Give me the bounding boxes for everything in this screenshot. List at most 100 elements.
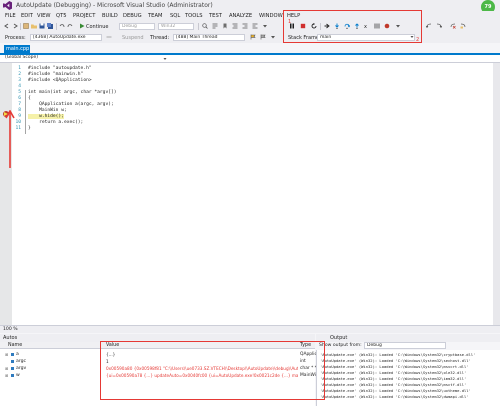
lifecycle-events-icon[interactable] [106,34,112,40]
thread-dropdown[interactable]: [488] Main Thread [173,34,245,41]
solution-config-dropdown[interactable]: Debug [119,23,155,30]
vertical-scrollbar[interactable] [493,63,500,325]
line-number: 7 [18,102,21,107]
show-output-from-label: Show output from: [319,343,362,348]
previous-bookmark-icon[interactable] [426,23,432,29]
chevron-down-icon[interactable] [162,56,168,62]
toolbar-separator [198,23,199,30]
bookmark-icon[interactable] [222,23,228,29]
process-label: Process: [5,35,26,41]
line-number: 1 [18,66,21,71]
variable-icon [11,353,14,356]
code-line: QApplication a(argc, argv); [28,102,114,107]
bookmark-window-icon[interactable] [460,23,466,29]
scope-dropdown[interactable]: (Global Scope) [3,55,163,62]
code-line: #include "mainwin.h" [28,72,84,77]
breakpoint-gutter[interactable] [0,63,12,325]
menu-analyze[interactable]: ANALYZE [229,13,252,19]
redo-icon[interactable] [67,23,73,29]
code-line-current-statement: w.hide(); [28,114,64,119]
output-line: 'AutoUpdate.exe' (Win32): Loaded 'C:\Win… [320,388,471,393]
menu-file[interactable]: FILE [5,13,16,19]
variable-icon [11,374,14,377]
format-icon[interactable] [232,23,238,29]
indent-icon[interactable] [242,23,248,29]
annotation-box-debug-toolbar [283,10,422,43]
menu-project[interactable]: PROJECT [73,13,95,19]
expand-icon[interactable]: ⊞ [5,352,8,357]
line-number: 5 [18,90,21,95]
output-line: 'AutoUpdate.exe' (Win32): Loaded 'C:\Win… [320,352,476,357]
output-line: 'AutoUpdate.exe' (Win32): Loaded 'C:\Win… [320,370,467,375]
menu-edit[interactable]: EDIT [21,13,33,19]
flag-thread-icon[interactable] [250,34,256,40]
open-folder-icon[interactable] [31,23,37,29]
menu-team[interactable]: TEAM [148,13,162,19]
output-line: 'AutoUpdate.exe' (Win32): Loaded 'C:\Win… [320,364,469,369]
thread-label: Thread: [150,35,170,41]
line-number: 6 [18,96,21,101]
toolbar-separator [20,23,21,30]
platform-dropdown[interactable]: Win32 [158,23,194,30]
output-line: 'AutoUpdate.exe' (Win32): Loaded 'C:\Win… [320,358,471,363]
output-line: 'AutoUpdate.exe' (Win32): Loaded 'C:\Win… [320,394,469,399]
menu-bar: FILE EDIT VIEW QT5 PROJECT BUILD DEBUG T… [0,11,500,21]
column-name[interactable]: Name [8,343,22,348]
expand-icon[interactable]: ⊞ [5,373,8,378]
menu-window[interactable]: WINDOW [259,13,283,19]
save-all-icon[interactable] [47,23,53,29]
code-line: } [28,126,31,131]
annotation-number-2: 2 [416,37,420,43]
editor-status-strip: 100 % [0,325,500,333]
clear-bookmarks-icon[interactable] [450,23,456,29]
back-icon[interactable] [4,23,10,29]
annotation-box-autos-values [100,341,325,400]
next-bookmark-icon[interactable] [436,23,442,29]
code-line: #include <QApplication> [28,78,92,83]
output-line: 'AutoUpdate.exe' (Win32): Loaded 'C:\Win… [320,382,467,387]
menu-view[interactable]: VIEW [37,13,51,19]
suspend-button[interactable]: Suspend [122,35,144,41]
outdent-icon[interactable] [252,23,258,29]
forward-icon[interactable] [12,23,18,29]
output-line: 'AutoUpdate.exe' (Win32): Loaded 'C:\Win… [320,376,467,381]
toolbar-options-icon[interactable] [270,34,276,40]
undo-icon[interactable] [59,23,65,29]
tab-label: main.cpp [6,46,30,52]
annotation-arrow-icon [5,110,15,168]
annotation-number-1: 1 [288,19,292,25]
menu-test[interactable]: TEST [209,13,222,19]
tab-main-cpp[interactable]: main.cpp [4,45,30,53]
menu-debug[interactable]: DEBUG [123,13,142,19]
output-source-dropdown[interactable]: Debug [364,342,446,349]
output-title: Output [316,334,500,342]
standard-toolbar: Continue Debug Win32 x [0,21,500,32]
continue-icon[interactable] [79,23,85,29]
comment-icon[interactable] [212,23,218,29]
toolbar-separator [56,23,57,30]
new-project-icon[interactable] [23,23,29,29]
outline-collapse-line [25,90,26,134]
variable-name: argc [16,359,27,364]
code-line: int main(int argc, char *argv[]) [28,90,117,95]
menu-sql[interactable]: SQL [170,13,180,19]
variable-name: argv [16,366,27,371]
find-icon[interactable] [202,23,208,29]
expand-icon[interactable]: ⊞ [5,366,8,371]
menu-tools[interactable]: TOOLS [185,13,203,19]
code-line: return a.exec(); [28,120,84,125]
continue-button[interactable]: Continue [86,24,108,30]
line-number: 4 [18,84,21,89]
debug-location-toolbar: Process: [4368] AutoUpdate.exe Suspend T… [0,32,500,43]
output-toolbar: Show output from: Debug [316,342,500,350]
save-icon[interactable] [39,23,45,29]
menu-qt5[interactable]: QT5 [56,13,67,19]
code-line: MainWin w; [28,108,67,113]
process-dropdown[interactable]: [4368] AutoUpdate.exe [30,34,102,41]
zoom-level[interactable]: 100 % [3,327,18,332]
code-line: #include "autoupdate.h" [28,66,92,71]
menu-build[interactable]: BUILD [102,13,118,19]
variable-icon [11,367,14,370]
toolbar-options-icon[interactable] [262,23,268,29]
show-flagged-threads-icon[interactable] [260,34,266,40]
